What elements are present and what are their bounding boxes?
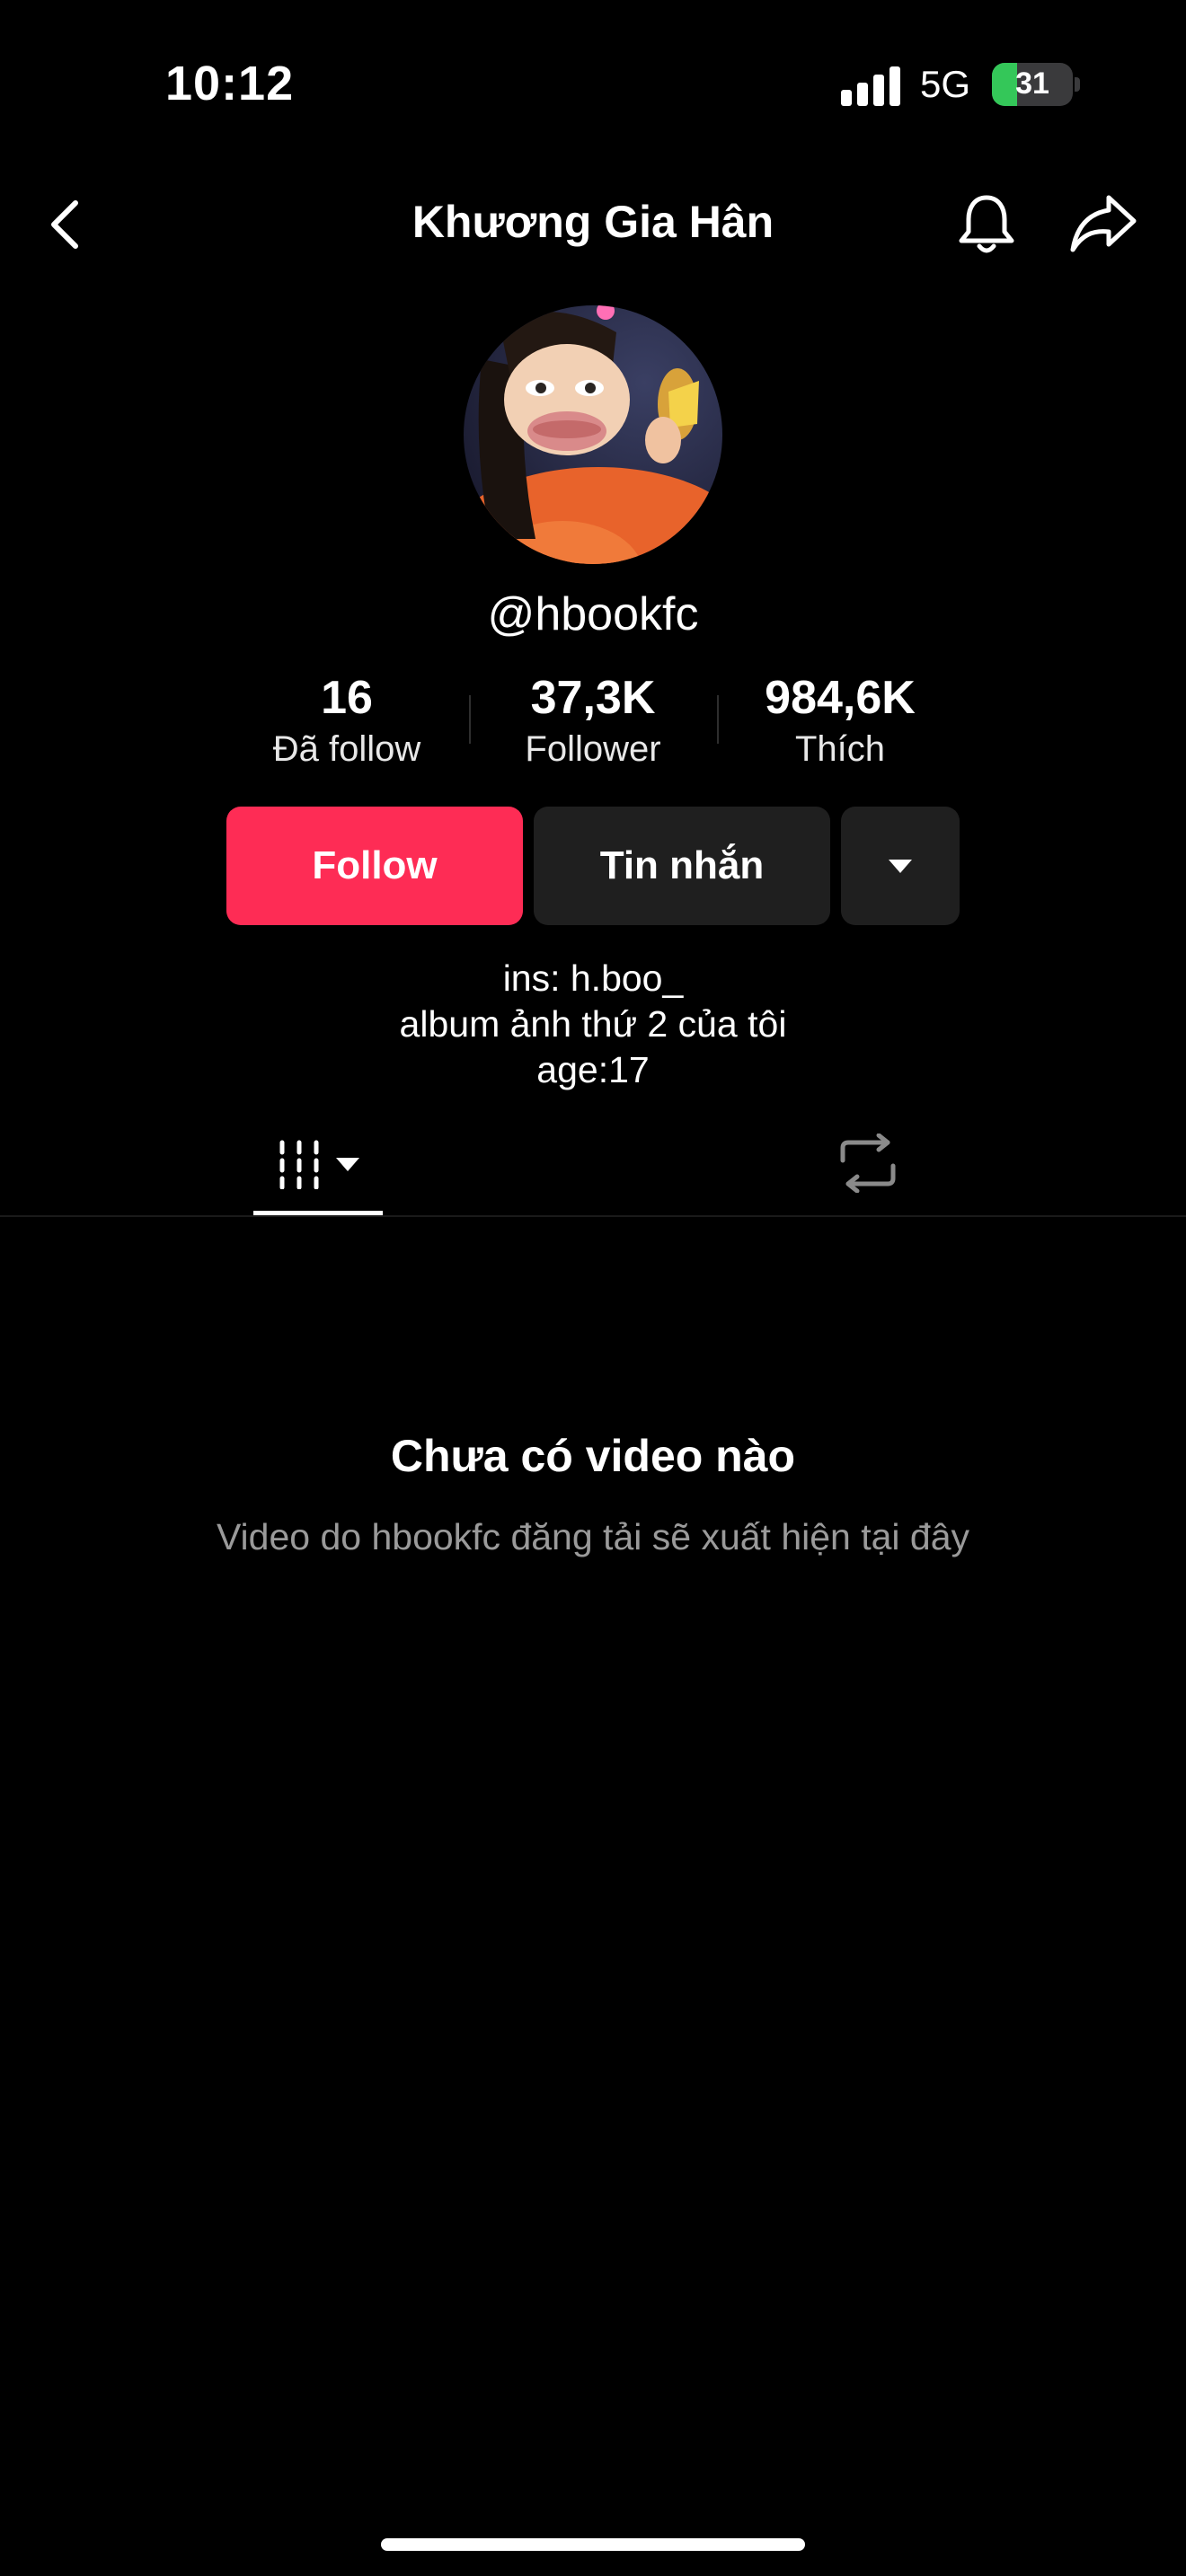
avatar[interactable] [464,305,722,564]
followers-label: Follower [525,729,661,769]
grid-icon [279,1140,319,1189]
following-label: Đã follow [272,729,421,769]
status-time: 10:12 [165,57,295,110]
following-count: 16 [321,672,373,724]
back-button[interactable] [45,199,88,250]
share-icon [1070,195,1137,252]
bell-icon [959,195,1014,253]
profile-stats: 16 Đã follow 37,3K Follower 984,6K Thích [216,670,970,778]
avatar-image [464,305,722,564]
battery-level: 31 [1015,66,1049,101]
battery-icon: 31 [992,63,1073,106]
followers-count: 37,3K [530,672,656,724]
network-type: 5G [920,63,971,105]
caret-down-icon [336,1157,359,1171]
empty-state-subtitle: Video do hbookfc đăng tải sẽ xuất hiện t… [216,1516,970,1557]
caret-down-icon [889,859,912,873]
bio-line: ins: h.boo_ [502,957,684,999]
chevron-left-icon [51,200,78,249]
suggested-accounts-button[interactable] [841,807,960,925]
empty-state-title: Chưa có video nào [390,1431,796,1481]
tab-divider [0,1215,1186,1217]
page-title: Khương Gia Hân [412,197,774,247]
share-button[interactable] [1069,194,1137,253]
stat-divider [717,695,719,744]
following-stat[interactable]: 16 Đã follow [248,670,446,772]
bio-line: album ảnh thứ 2 của tôi [399,1003,787,1045]
tab-reposts[interactable] [834,1133,902,1194]
likes-label: Thích [794,729,886,769]
repost-icon [840,1133,896,1194]
likes-count: 984,6K [765,672,916,724]
bio-line: age:17 [536,1049,650,1090]
followers-stat[interactable]: 37,3K Follower [494,670,692,772]
username: @hbookfc [487,588,699,640]
tab-videos[interactable] [253,1128,383,1200]
follow-button[interactable]: Follow [226,807,523,925]
bio: ins: h.boo_ album ảnh thứ 2 của tôi age:… [234,956,952,1093]
notification-button[interactable] [956,192,1017,257]
likes-stat[interactable]: 984,6K Thích [741,670,939,772]
home-indicator[interactable] [381,2538,805,2551]
signal-icon [841,65,902,106]
stat-divider [469,695,471,744]
battery-tip [1075,77,1080,92]
message-button[interactable]: Tin nhắn [534,807,830,925]
